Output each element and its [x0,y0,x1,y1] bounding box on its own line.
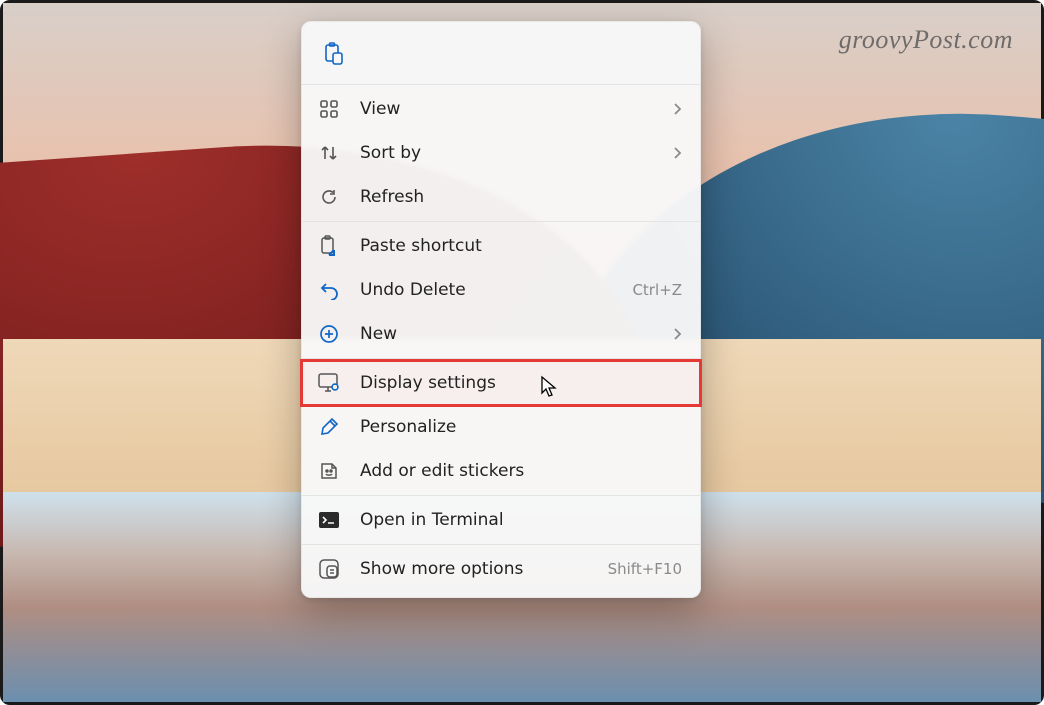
menu-item-sortby[interactable]: Sort by [302,131,700,175]
undo-icon [316,277,342,303]
watermark-text: groovyPost.com [839,25,1013,55]
chevron-right-icon [672,146,682,160]
chevron-right-icon [672,102,682,116]
menu-item-show-more[interactable]: Show more options Shift+F10 [302,547,700,591]
menu-separator [302,544,700,545]
menu-item-label: Sort by [360,143,660,163]
menu-item-label: Display settings [360,373,682,393]
menu-item-label: Undo Delete [360,280,620,300]
desktop-context-menu: View Sort by Refresh [301,21,701,598]
refresh-icon [316,184,342,210]
menu-separator [302,495,700,496]
menu-item-open-terminal[interactable]: Open in Terminal [302,498,700,542]
menu-separator [302,358,700,359]
terminal-icon [316,507,342,533]
sort-icon [316,140,342,166]
display-settings-icon [316,370,342,396]
grid-icon [316,96,342,122]
menu-separator [302,84,700,85]
menu-item-shortcut: Ctrl+Z [632,281,682,299]
chevron-right-icon [672,327,682,341]
menu-item-label: Paste shortcut [360,236,682,256]
new-plus-icon [316,321,342,347]
paintbrush-icon [316,414,342,440]
menu-separator [302,221,700,222]
paste-shortcut-icon [316,233,342,259]
menu-item-label: Personalize [360,417,682,437]
menu-item-label: New [360,324,660,344]
menu-item-stickers[interactable]: Add or edit stickers [302,449,700,493]
sticker-icon [316,458,342,484]
context-menu-toolbar [302,28,700,82]
paste-toolbar-button[interactable] [316,36,352,72]
more-options-icon [316,556,342,582]
menu-item-paste-shortcut[interactable]: Paste shortcut [302,224,700,268]
menu-item-display-settings[interactable]: Display settings [302,361,700,405]
menu-item-new[interactable]: New [302,312,700,356]
menu-item-label: Refresh [360,187,682,207]
menu-item-view[interactable]: View [302,87,700,131]
menu-item-label: Open in Terminal [360,510,682,530]
menu-item-refresh[interactable]: Refresh [302,175,700,219]
menu-item-label: Add or edit stickers [360,461,682,481]
menu-item-undo-delete[interactable]: Undo Delete Ctrl+Z [302,268,700,312]
menu-item-label: Show more options [360,559,596,579]
menu-item-personalize[interactable]: Personalize [302,405,700,449]
menu-item-label: View [360,99,660,119]
desktop-wallpaper[interactable]: groovyPost.com View [0,0,1044,705]
menu-item-shortcut: Shift+F10 [608,560,682,578]
clipboard-paste-icon [323,42,345,66]
